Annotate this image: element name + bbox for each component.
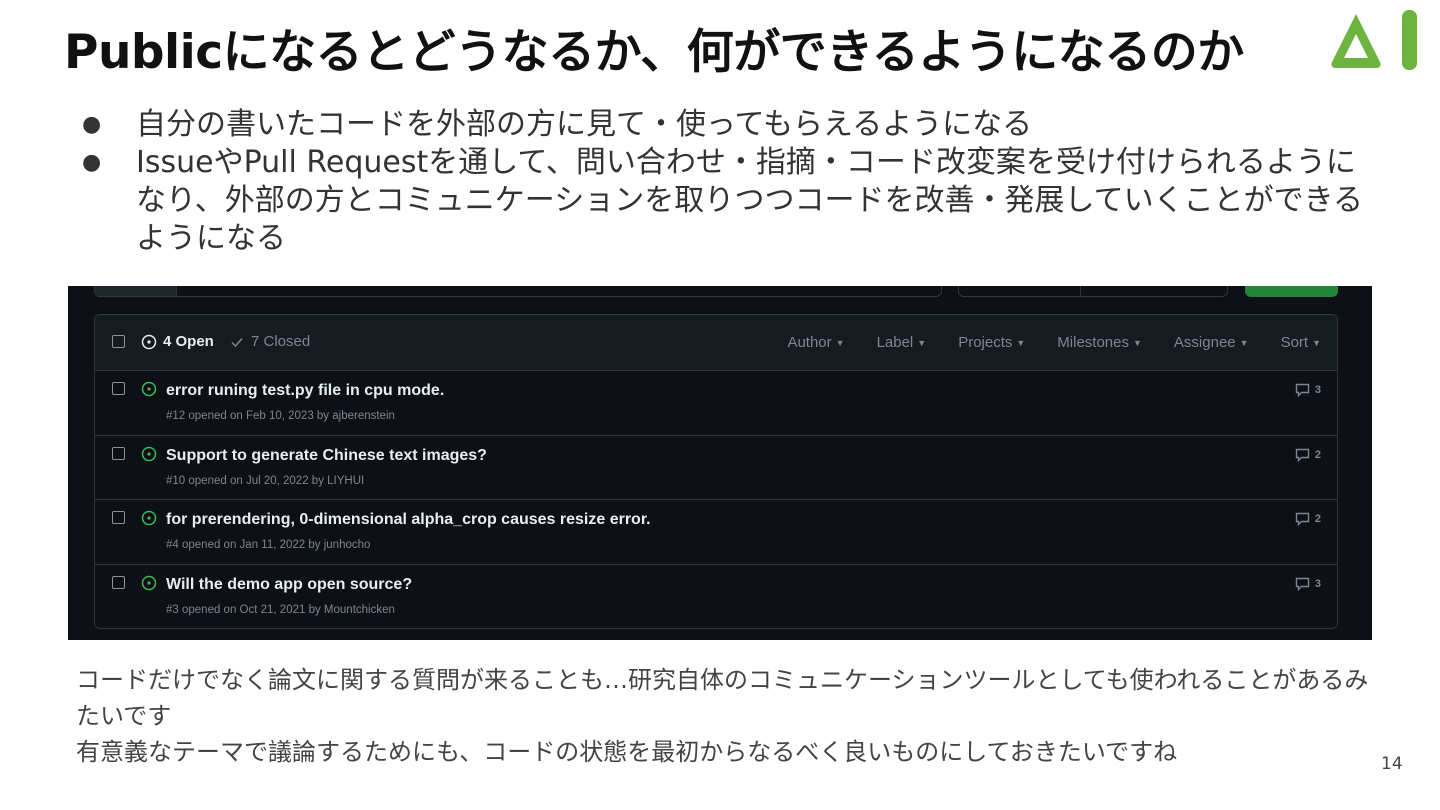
issue-title-link[interactable]: error runing test.py file in cpu mode. [166,382,444,400]
issue-checkbox[interactable] [112,382,125,395]
bullet-text: 自分の書いたコードを外部の方に見て・使ってもらえるようになる [136,107,1033,142]
filter-sort[interactable]: Sort ▼ [1281,334,1321,351]
caret-down-icon: ▼ [1312,338,1321,349]
issue-meta: #3 opened on Oct 21, 2021 by Mountchicke… [166,603,395,616]
github-issues-screenshot: 4 Open 7 Closed Author ▼ Label ▼ Projects ▼… [68,286,1372,640]
bullet-list: ● 自分の書いたコードを外部の方に見て・使ってもらえるようになる ● IssueやP… [78,106,1378,258]
issues-search-input[interactable] [94,286,942,297]
new-issue-button[interactable] [1245,286,1338,297]
issue-open-icon [141,381,157,397]
footnote-line: コードだけでなく論文に関する質問が来ることも…研究自体のコミュニケーションツール… [76,666,1369,730]
filter-milestones[interactable]: Milestones ▼ [1057,334,1142,351]
issue-open-icon [141,510,157,526]
comment-icon [1295,448,1310,462]
issue-open-icon [141,446,157,461]
issue-title-link[interactable]: Will the demo app open source? [166,576,412,594]
issue-row: Support to generate Chinese text images?… [95,435,1337,500]
issue-filters: Author ▼ Label ▼ Projects ▼ Milestones ▼ Ass… [755,334,1321,351]
select-all-checkbox[interactable] [112,335,125,348]
issues-box: 4 Open 7 Closed Author ▼ Label ▼ Projects ▼… [94,314,1338,629]
comment-count[interactable]: 3 [1295,577,1321,591]
check-icon [231,337,243,347]
comment-count[interactable]: 2 [1295,512,1321,526]
closed-count-label: 7 Closed [251,333,311,350]
filter-author[interactable]: Author ▼ [787,334,844,351]
caret-down-icon: ▼ [1016,338,1026,349]
filter-label[interactable]: Label ▼ [877,334,927,351]
issue-meta: #12 opened on Feb 10, 2023 by ajberenste… [166,410,395,422]
comment-icon [1295,577,1310,591]
issue-meta: #4 opened on Jan 11, 2022 by junhocho [166,539,371,551]
page-number: 14 [1381,754,1403,774]
comment-icon [1295,512,1310,526]
filters-button[interactable] [95,286,177,296]
issue-row: error runing test.py file in cpu mode. #… [95,371,1337,436]
caret-down-icon: ▼ [1133,338,1142,349]
caret-down-icon: ▼ [917,338,927,349]
bullet-item: ● IssueやPull Requestを通して、問い合わせ・指摘・コード改変案を… [78,144,1378,258]
issue-checkbox[interactable] [112,511,125,524]
comment-count[interactable]: 3 [1295,383,1321,397]
caret-down-icon: ▼ [835,338,845,349]
bullet-text: IssueやPull Requestを通して、問い合わせ・指摘・コード改変案を受… [136,145,1363,256]
comment-count[interactable]: 2 [1295,448,1321,462]
filter-assignee[interactable]: Assignee ▼ [1174,334,1249,351]
issue-open-icon [141,575,157,590]
caret-down-icon: ▼ [1239,338,1249,349]
bullet-dot-icon: ● [82,150,102,175]
open-count-label: 4 Open [163,333,214,350]
filter-projects[interactable]: Projects ▼ [958,334,1025,351]
comment-icon [1295,383,1310,397]
issue-meta: #10 opened on Jul 20, 2022 by LIYHUI [166,474,365,487]
issue-open-icon [141,334,157,349]
issue-title-link[interactable]: Support to generate Chinese text images? [166,447,487,465]
issues-header: 4 Open 7 Closed Author ▼ Label ▼ Projects ▼… [95,315,1337,371]
ai-logo-icon [1331,10,1417,70]
bullet-dot-icon: ● [82,112,102,137]
issue-checkbox[interactable] [112,446,125,460]
issue-row: Will the demo app open source? #3 opened… [95,564,1337,628]
labels-milestones-buttons[interactable] [958,286,1228,297]
footnote: コードだけでなく論文に関する質問が来ることも…研究自体のコミュニケーションツール… [76,662,1386,770]
bullet-item: ● 自分の書いたコードを外部の方に見て・使ってもらえるようになる [78,106,1378,144]
open-issues-tab[interactable]: 4 Open [141,333,214,350]
issue-title-link[interactable]: for prerendering, 0-dimensional alpha_cr… [166,511,651,529]
divider [1080,286,1081,296]
issue-row: for prerendering, 0-dimensional alpha_cr… [95,500,1337,565]
closed-issues-tab[interactable]: 7 Closed [229,333,310,350]
footnote-line: 有意義なテーマで議論するためにも、コードの状態を最初からなるべく良いものにしてお… [76,738,1178,766]
slide-title: Publicになるとどうなるか、何ができるようになるのか [64,25,1244,80]
issue-checkbox[interactable] [112,575,125,589]
